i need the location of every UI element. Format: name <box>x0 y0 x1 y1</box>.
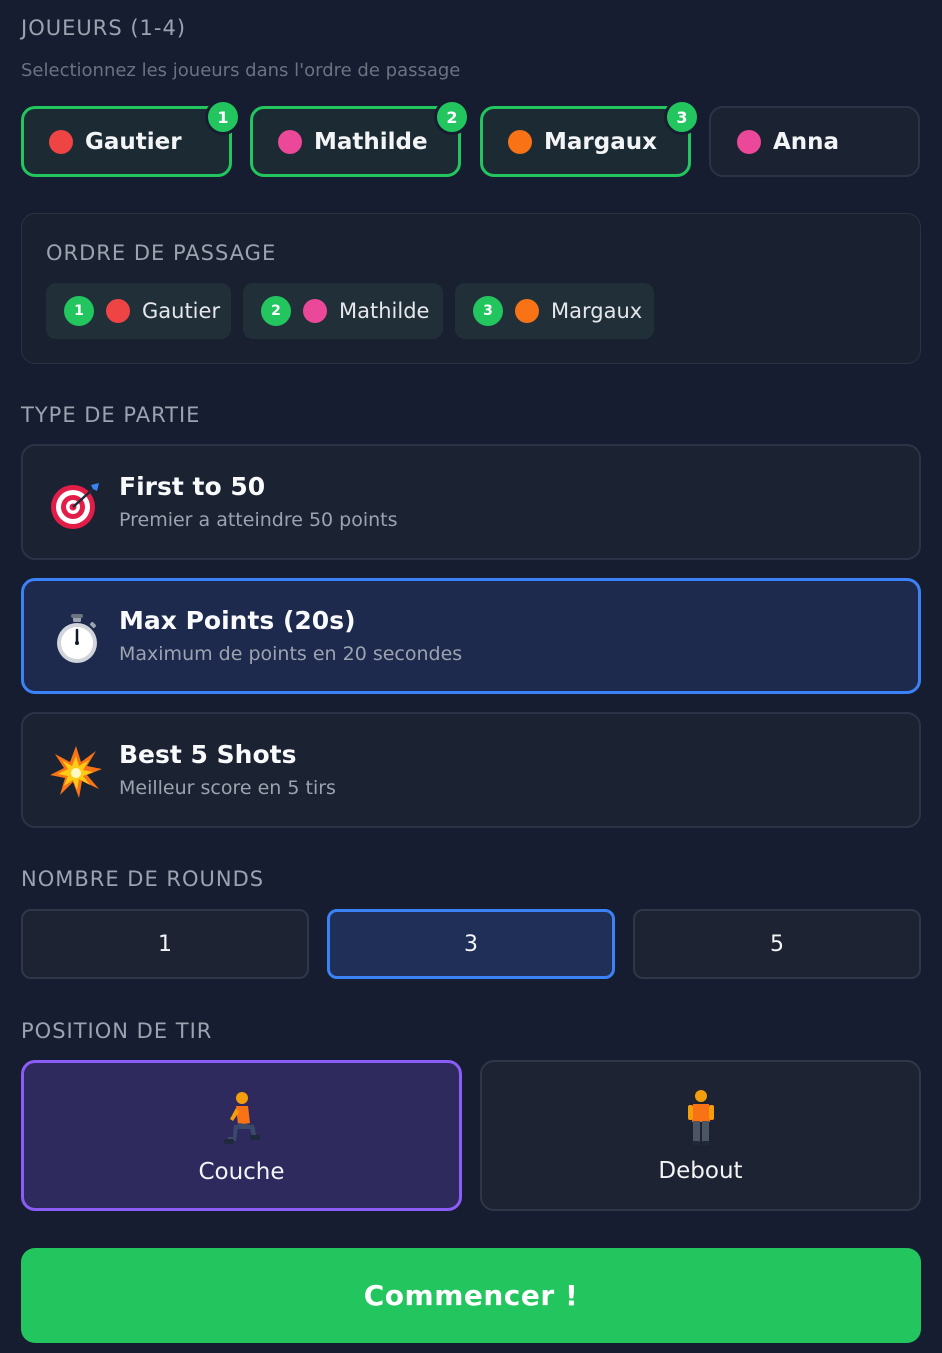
player-color-dot <box>278 129 302 154</box>
order-number-badge: 1 <box>64 296 94 326</box>
player-order-badge: 3 <box>664 99 700 135</box>
player-card-anna[interactable]: Anna <box>709 106 920 177</box>
order-chip-margaux: 3 Margaux <box>455 283 654 339</box>
mode-description: Meilleur score en 5 tirs <box>119 777 336 799</box>
position-option-debout[interactable]: Debout <box>480 1060 921 1211</box>
player-color-dot <box>303 299 327 323</box>
start-button[interactable]: Commencer ! <box>21 1248 921 1343</box>
player-color-dot <box>515 299 539 323</box>
order-player-name: Gautier <box>142 299 221 323</box>
player-color-dot <box>49 129 73 154</box>
order-player-name: Margaux <box>551 299 643 323</box>
mode-card-best-5-shots[interactable]: Best 5 Shots Meilleur score en 5 tirs <box>21 712 921 828</box>
game-type-section-title: TYPE DE PARTIE <box>21 403 201 427</box>
order-number-badge: 2 <box>261 296 291 326</box>
mode-card-first-to-50[interactable]: First to 50 Premier a atteindre 50 point… <box>21 444 921 560</box>
round-option-1[interactable]: 1 <box>21 909 309 979</box>
player-card-mathilde[interactable]: Mathilde 2 <box>250 99 470 177</box>
order-number-badge: 3 <box>473 296 503 326</box>
players-section-subtitle: Selectionnez les joueurs dans l'ordre de… <box>21 60 461 81</box>
order-chip-gautier: 1 Gautier <box>46 283 231 339</box>
order-player-name: Mathilde <box>339 299 430 323</box>
order-section-title: ORDRE DE PASSAGE <box>46 241 277 265</box>
standing-person-icon <box>687 1090 714 1145</box>
player-card-margaux[interactable]: Margaux 3 <box>480 99 700 177</box>
game-setup-screen: JOUEURS (1-4) Selectionnez les joueurs d… <box>0 0 942 1353</box>
position-section-title: POSITION DE TIR <box>21 1019 213 1043</box>
player-color-dot <box>737 129 761 154</box>
player-color-dot <box>508 129 532 154</box>
mode-title: Best 5 Shots <box>119 740 297 769</box>
position-option-couche[interactable]: Couche <box>21 1060 462 1211</box>
order-chip-mathilde: 2 Mathilde <box>243 283 443 339</box>
player-color-dot <box>106 299 130 323</box>
round-option-5[interactable]: 5 <box>633 909 921 979</box>
player-order-badge: 2 <box>434 99 470 135</box>
player-card-gautier[interactable]: Gautier 1 <box>21 99 241 177</box>
player-name: Mathilde <box>314 128 428 155</box>
kneeling-person-icon <box>223 1092 260 1144</box>
mode-title: Max Points (20s) <box>119 606 356 635</box>
player-name: Margaux <box>544 128 657 155</box>
players-section-title: JOUEURS (1-4) <box>21 16 187 40</box>
position-label: Couche <box>198 1159 285 1185</box>
stopwatch-icon <box>57 614 97 663</box>
mode-description: Maximum de points en 20 secondes <box>119 643 463 665</box>
mode-card-max-points[interactable]: Max Points (20s) Maximum de points en 20… <box>21 578 921 694</box>
position-label: Debout <box>658 1158 743 1184</box>
round-option-3[interactable]: 3 <box>327 909 615 979</box>
mode-description: Premier a atteindre 50 points <box>119 509 398 531</box>
mode-title: First to 50 <box>119 472 266 501</box>
player-order-badge: 1 <box>205 99 241 135</box>
rounds-section-title: NOMBRE DE ROUNDS <box>21 867 265 891</box>
explosion-icon <box>50 746 102 798</box>
player-name: Gautier <box>85 128 182 155</box>
target-icon <box>51 483 99 529</box>
player-name: Anna <box>773 128 840 155</box>
